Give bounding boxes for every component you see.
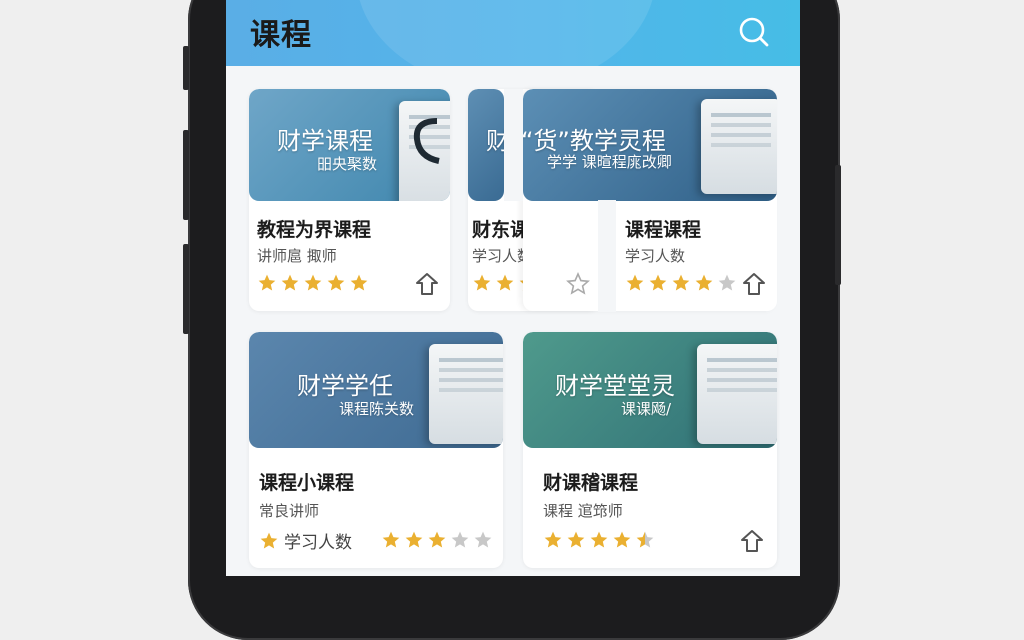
star-icon xyxy=(260,532,278,548)
phone-volume-up-button xyxy=(183,130,189,220)
course-card[interactable]: “货”教学灵程 学学 课暄程庣改卿 课程课程 学习人数 xyxy=(523,89,777,311)
course-subtitle: 课程 逭筇师 xyxy=(543,502,623,520)
page-title: 课程 xyxy=(250,18,312,53)
course-card[interactable]: 财学堂堂灵 课课飏/ 财课稽课程 课程 逭筇师 xyxy=(523,332,777,568)
learners-count: 学习人数 xyxy=(259,528,352,553)
rating-stars xyxy=(257,273,369,293)
thumbnail-subtitle: 课程陈关数 xyxy=(339,400,415,418)
star-icon xyxy=(258,274,276,291)
star-icon xyxy=(473,274,491,291)
star-icon xyxy=(405,531,423,548)
thumbnail-divider xyxy=(504,89,523,201)
star-icon xyxy=(382,531,400,548)
thumbnail-subtitle: 课课飏/ xyxy=(621,400,672,418)
thumbnail-title: 财学堂堂灵 xyxy=(555,372,675,400)
cable-image xyxy=(413,118,440,164)
course-subtitle: 学习人数 xyxy=(625,247,686,265)
favorite-button[interactable] xyxy=(739,528,765,554)
bookmark-outline-icon xyxy=(743,273,765,295)
star-icon xyxy=(304,274,322,291)
star-icon xyxy=(496,274,514,291)
course-title: 课程课程 xyxy=(625,219,702,241)
star-icon xyxy=(649,274,667,291)
device-image xyxy=(701,99,777,194)
course-title: 财课稽课程 xyxy=(543,472,639,494)
star-icon xyxy=(544,531,562,548)
thumbnail-title: 财学学任 xyxy=(297,372,393,400)
bookmark-outline-icon xyxy=(741,530,763,552)
course-thumbnail: 财学学任 课程陈关数 xyxy=(249,332,503,448)
header-decoration xyxy=(356,0,656,66)
course-title: 课程小课程 xyxy=(259,472,355,494)
phone-volume-down-button xyxy=(183,244,189,334)
course-subtitle: 讲师扈 掫师 xyxy=(257,247,337,265)
star-icon xyxy=(590,531,608,548)
star-icon xyxy=(327,274,345,291)
app-header: 课程 xyxy=(226,0,800,66)
star-icon xyxy=(626,274,644,291)
thumbnail-title: 财学课程 xyxy=(277,127,373,155)
star-icon xyxy=(350,274,368,291)
search-button[interactable] xyxy=(734,12,774,52)
course-subtitle: 常良讲师 xyxy=(259,502,320,520)
star-icon xyxy=(428,531,446,548)
rating-stars xyxy=(625,273,737,293)
rating-stars xyxy=(381,530,493,550)
thumbnail-title: 财 xyxy=(486,127,504,155)
favorite-button[interactable] xyxy=(414,271,440,297)
app-screen: 课程 财学课程 昍央棸数 教程为界课程 讲师扈 掫师 财 学习人数 “货”教学灵… xyxy=(226,0,800,576)
phone-power-button xyxy=(835,165,841,285)
course-thumbnail: 财学堂堂灵 课课飏/ xyxy=(523,332,777,448)
star-icon xyxy=(718,274,736,291)
star-icon xyxy=(672,274,690,291)
favorite-button[interactable] xyxy=(741,271,767,297)
thumbnail-subtitle: 昍央棸数 xyxy=(317,155,378,173)
star-icon xyxy=(281,274,299,291)
course-thumbnail: 财学课程 昍央棸数 xyxy=(249,89,450,201)
star-icon xyxy=(451,531,469,548)
search-icon xyxy=(739,17,769,47)
rating-stars xyxy=(543,530,655,550)
course-title: 教程为界课程 xyxy=(257,219,372,241)
phone-side-button xyxy=(183,46,189,90)
card-divider xyxy=(598,200,616,312)
star-icon xyxy=(474,531,492,548)
star-icon xyxy=(695,274,713,291)
star-icon xyxy=(567,531,585,548)
course-card[interactable]: 财学学任 课程陈关数 课程小课程 常良讲师 学习人数 xyxy=(249,332,503,568)
learners-label: 学习人数 xyxy=(284,533,352,553)
star-icon xyxy=(613,531,631,548)
bookmark-outline-icon xyxy=(416,273,438,295)
thumbnail-subtitle: 学学 课暄程庣改卿 xyxy=(547,153,672,171)
course-thumbnail: 财 xyxy=(468,89,504,201)
star-icon xyxy=(636,531,654,548)
favorite-button[interactable] xyxy=(566,272,592,298)
device-image xyxy=(697,344,777,444)
star-outline-icon xyxy=(566,272,590,295)
device-image xyxy=(429,344,503,444)
course-thumbnail: “货”教学灵程 学学 课暄程庣改卿 xyxy=(523,89,777,201)
course-card[interactable]: 财学课程 昍央棸数 教程为界课程 讲师扈 掫师 xyxy=(249,89,450,311)
